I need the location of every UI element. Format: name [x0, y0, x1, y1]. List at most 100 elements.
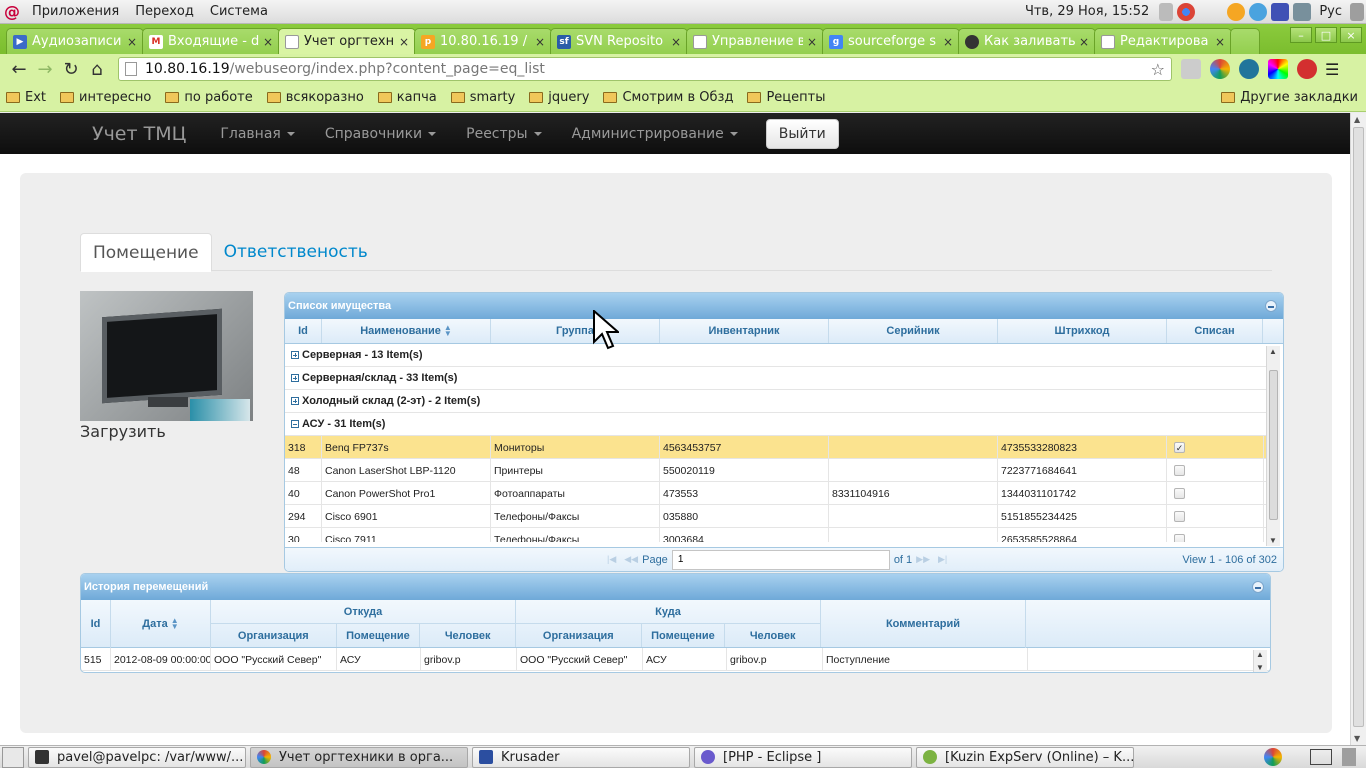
col-date[interactable]: Дата ▲ ▼: [111, 600, 211, 648]
close-icon[interactable]: ×: [1215, 35, 1225, 49]
taskbar-item-krusader[interactable]: Krusader: [472, 746, 690, 768]
written-off-checkbox[interactable]: ✓: [1174, 442, 1185, 453]
minimize-icon[interactable]: –: [1290, 27, 1312, 43]
col-inventory[interactable]: Инвентарник: [660, 319, 829, 343]
written-off-checkbox[interactable]: [1174, 511, 1185, 522]
menu-applications[interactable]: Приложения: [24, 4, 127, 19]
chrome-tray-icon[interactable]: [1177, 2, 1196, 21]
network-icon[interactable]: [1293, 2, 1312, 21]
sun-icon[interactable]: [1227, 2, 1246, 21]
group-row[interactable]: Серверная - 13 Item(s): [285, 344, 1266, 367]
scroll-up-icon[interactable]: ▲: [1354, 115, 1360, 124]
nav-main[interactable]: Главная: [220, 126, 295, 142]
nav-registers[interactable]: Реестры: [466, 126, 542, 142]
bookmark-folder-5[interactable]: smarty: [450, 90, 515, 105]
col-name[interactable]: Наименование ▲ ▼: [322, 319, 491, 343]
close-icon[interactable]: ×: [943, 35, 953, 49]
col-written-off[interactable]: Списан: [1167, 319, 1263, 343]
last-page-icon[interactable]: ▶|: [938, 554, 947, 565]
col-to-room[interactable]: Помещение: [642, 624, 726, 647]
col-to-org[interactable]: Организация: [516, 624, 642, 647]
wordpress-icon[interactable]: [1239, 59, 1259, 79]
bookmark-folder-8[interactable]: Рецепты: [747, 90, 825, 105]
scroll-down-icon[interactable]: ▼: [1269, 536, 1277, 545]
forward-icon[interactable]: →: [32, 56, 58, 82]
close-icon[interactable]: ×: [1079, 35, 1089, 49]
table-row[interactable]: 48 Canon LaserShot LBP-1120 Принтеры 550…: [285, 459, 1266, 482]
table-row[interactable]: 40 Canon PowerShot Pro1 Фотоаппараты 473…: [285, 482, 1266, 505]
scroll-down-icon[interactable]: ▼: [1354, 734, 1360, 743]
grid-scrollbar[interactable]: ▲ ▼: [1253, 650, 1267, 672]
close-icon[interactable]: ×: [263, 35, 273, 49]
browser-tab-6[interactable]: g sourceforge s ×: [822, 28, 960, 54]
bookmark-folder-2[interactable]: по работе: [165, 90, 253, 105]
tab-responsibility[interactable]: Ответственость: [212, 233, 380, 271]
bookmark-star-icon[interactable]: ☆: [1151, 60, 1165, 79]
browser-tab-4[interactable]: sf SVN Reposito ×: [550, 28, 688, 54]
close-icon[interactable]: ×: [399, 35, 409, 49]
col-comment[interactable]: Комментарий: [821, 600, 1026, 648]
debian-logo-icon[interactable]: @: [0, 0, 24, 24]
close-icon[interactable]: ×: [535, 35, 545, 49]
table-row[interactable]: 318 Benq FP737s Мониторы 4563453757 4735…: [285, 436, 1266, 459]
written-off-checkbox[interactable]: [1174, 465, 1185, 476]
monitor-tray-icon[interactable]: [1350, 2, 1364, 21]
chrome-extension-icon[interactable]: [1210, 59, 1230, 79]
scroll-thumb[interactable]: [1353, 127, 1364, 727]
group-row[interactable]: Холодный склад (2-эт) - 2 Item(s): [285, 390, 1266, 413]
menu-places[interactable]: Переход: [127, 4, 202, 19]
scroll-thumb[interactable]: [1269, 370, 1278, 520]
browser-tab-1[interactable]: M Входящие - d ×: [142, 28, 280, 54]
first-page-icon[interactable]: |◀: [607, 554, 616, 565]
maximize-icon[interactable]: □: [1315, 27, 1337, 43]
nav-admin[interactable]: Администрирование: [572, 126, 738, 142]
group-row[interactable]: АСУ - 31 Item(s): [285, 413, 1266, 436]
scroll-up-icon[interactable]: ▲: [1256, 650, 1264, 659]
taskbar-item-expserv[interactable]: [Kuzin ExpServ (Online) – K...: [916, 746, 1134, 768]
trash-icon[interactable]: [1342, 748, 1356, 766]
keyboard-layout[interactable]: Рус: [1313, 4, 1348, 19]
extension-icon[interactable]: [1181, 59, 1201, 79]
taskbar-item-chrome[interactable]: Учет оргтехники в орга...: [250, 746, 468, 768]
col-serial[interactable]: Серийник: [829, 319, 998, 343]
bookmark-folder-1[interactable]: интересно: [60, 90, 151, 105]
collapse-group-icon[interactable]: [291, 420, 299, 428]
logout-button[interactable]: Выйти: [765, 118, 839, 149]
browser-tab-0[interactable]: ▶ Аудиозаписи ×: [6, 28, 144, 54]
other-bookmarks[interactable]: Другие закладки: [1221, 90, 1358, 105]
chrome-tray-icon[interactable]: [1264, 748, 1282, 766]
col-id[interactable]: Id: [285, 319, 322, 343]
taskbar-item-terminal[interactable]: pavel@pavelpc: /var/www/...: [28, 746, 246, 768]
show-desktop-icon[interactable]: [2, 746, 24, 768]
bookmark-folder-4[interactable]: капча: [377, 90, 437, 105]
browser-tab-2[interactable]: Учет оргтехн ×: [278, 28, 416, 54]
bookmark-folder-3[interactable]: всякоразно: [266, 90, 364, 105]
expand-icon[interactable]: [291, 374, 299, 382]
back-icon[interactable]: ←: [6, 56, 32, 82]
menu-system[interactable]: Система: [202, 4, 276, 19]
collapse-icon[interactable]: [1252, 581, 1264, 593]
wrench-icon[interactable]: ☰: [1325, 60, 1339, 79]
close-icon[interactable]: ×: [127, 35, 137, 49]
bookmark-folder-0[interactable]: Ext: [6, 90, 46, 105]
col-from-org[interactable]: Организация: [211, 624, 337, 647]
new-tab-button[interactable]: [1230, 28, 1260, 54]
col-to-person[interactable]: Человек: [725, 624, 820, 647]
close-icon[interactable]: ×: [671, 35, 681, 49]
page-input[interactable]: [671, 549, 890, 570]
address-bar[interactable]: 10.80.16.19/webuseorg/index.php?content_…: [118, 57, 1172, 81]
cursor-tray-icon[interactable]: [1271, 2, 1290, 21]
table-row[interactable]: 294 Cisco 6901 Телефоны/Факсы 035880 515…: [285, 505, 1266, 528]
collapse-icon[interactable]: [1265, 300, 1277, 312]
reload-icon[interactable]: ↻: [58, 56, 84, 82]
table-row[interactable]: 30 Cisco 7911 Телефоны/Факсы 3003684 265…: [285, 528, 1266, 542]
next-page-icon[interactable]: ▶▶: [916, 554, 930, 565]
grid-scrollbar[interactable]: ▲ ▼: [1266, 346, 1280, 546]
browser-tab-7[interactable]: Как заливать ×: [958, 28, 1096, 54]
app-brand[interactable]: Учет ТМЦ: [92, 123, 186, 145]
prev-page-icon[interactable]: ◀◀: [624, 554, 638, 565]
taskbar-item-eclipse[interactable]: [PHP - Eclipse ]: [694, 746, 912, 768]
page-scrollbar[interactable]: ▲ ▼: [1350, 113, 1366, 745]
expand-icon[interactable]: [291, 397, 299, 405]
group-row[interactable]: Серверная/склад - 33 Item(s): [285, 367, 1266, 390]
